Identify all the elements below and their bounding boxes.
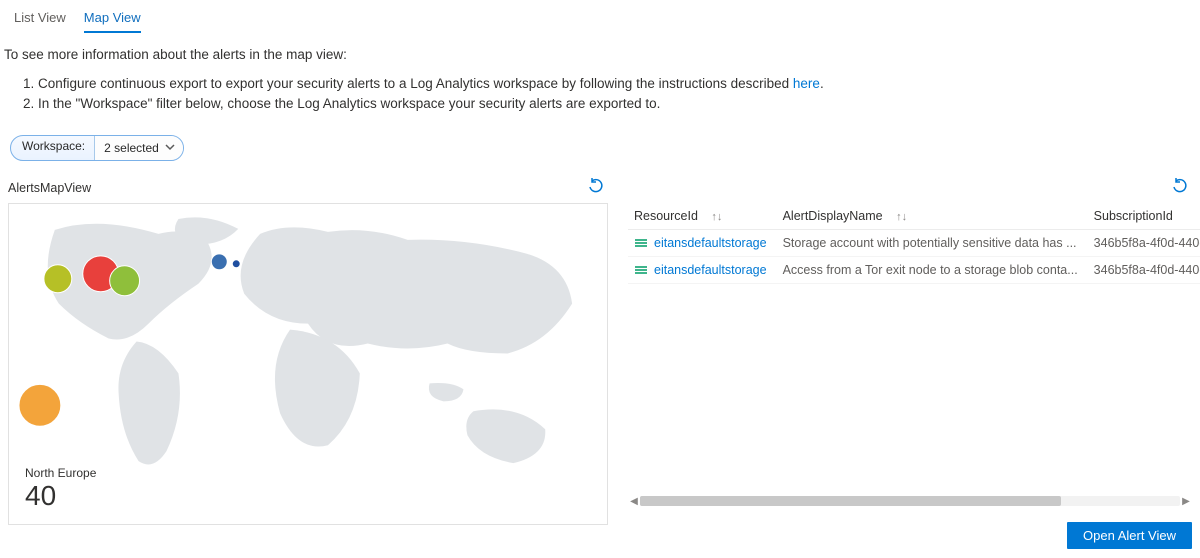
header-alertdisplayname-label: AlertDisplayName	[783, 209, 883, 223]
bubble-west-europe[interactable]	[232, 260, 240, 268]
instruction-steps: 1. Configure continuous export to export…	[0, 68, 1200, 121]
scroll-left-icon[interactable]: ◀	[628, 496, 640, 507]
workspace-filter[interactable]: Workspace: 2 selected	[10, 135, 184, 161]
alert-display-name: Access from a Tor exit node to a storage…	[777, 257, 1088, 284]
map-panel: AlertsMapView	[8, 177, 608, 525]
open-alert-view-button[interactable]: Open Alert View	[1067, 522, 1192, 549]
table-row[interactable]: eitansdefaultstorage Storage account wit…	[628, 230, 1200, 257]
storage-icon	[634, 236, 648, 250]
workspace-filter-value: 2 selected	[95, 136, 183, 160]
chevron-down-icon	[165, 141, 175, 155]
view-tabs: List View Map View	[0, 0, 1200, 33]
alerts-table: ResourceId ↑↓ AlertDisplayName ↑↓ Subscr…	[628, 203, 1200, 284]
map-svg	[9, 204, 607, 525]
step-1-text-a: 1. Configure continuous export to export…	[23, 76, 793, 91]
bubble-west-us[interactable]	[44, 265, 72, 293]
table-row[interactable]: eitansdefaultstorage Access from a Tor e…	[628, 257, 1200, 284]
undo-button[interactable]	[584, 178, 608, 199]
header-resourceid-label: ResourceId	[634, 209, 698, 223]
scroll-thumb[interactable]	[640, 496, 1061, 506]
step-1-text-b: .	[820, 76, 824, 91]
sort-icon[interactable]: ↑↓	[896, 211, 907, 223]
table-header-row: ResourceId ↑↓ AlertDisplayName ↑↓ Subscr…	[628, 203, 1200, 230]
scroll-track[interactable]	[640, 496, 1180, 506]
world-map[interactable]: North Europe 40	[8, 203, 608, 525]
tab-map-view[interactable]: Map View	[84, 8, 141, 33]
header-subscriptionid[interactable]: SubscriptionId	[1088, 203, 1200, 230]
subscription-id: 346b5f8a-4f0d-440e-8a45-0c0b5	[1088, 230, 1200, 257]
region-count: 40	[25, 480, 96, 512]
subscription-id: 346b5f8a-4f0d-440e-8a45-0c0b5	[1088, 257, 1200, 284]
resource-link[interactable]: eitansdefaultstorage	[654, 263, 767, 277]
workspace-filter-label: Workspace:	[11, 136, 95, 160]
map-region-summary: North Europe 40	[25, 466, 96, 512]
sort-icon[interactable]: ↑↓	[711, 211, 722, 223]
table-undo-button[interactable]	[1168, 178, 1192, 199]
alerts-table-panel: ResourceId ↑↓ AlertDisplayName ↑↓ Subscr…	[628, 177, 1192, 549]
tab-list-view[interactable]: List View	[14, 8, 66, 33]
storage-icon	[634, 263, 648, 277]
bubble-east-us[interactable]	[110, 266, 140, 296]
bubble-highlight[interactable]	[19, 385, 61, 427]
alert-display-name: Storage account with potentially sensiti…	[777, 230, 1088, 257]
region-name: North Europe	[25, 466, 96, 480]
filter-row: Workspace: 2 selected	[0, 121, 1200, 167]
resource-link[interactable]: eitansdefaultstorage	[654, 236, 767, 250]
instructions-link[interactable]: here	[793, 76, 820, 91]
horizontal-scrollbar[interactable]: ◀ ▶	[628, 494, 1192, 508]
scroll-right-icon[interactable]: ▶	[1180, 496, 1192, 507]
header-subscriptionid-label: SubscriptionId	[1094, 209, 1173, 223]
step-1: 1. Configure continuous export to export…	[23, 74, 1196, 94]
header-alertdisplayname[interactable]: AlertDisplayName ↑↓	[777, 203, 1088, 230]
intro-text: To see more information about the alerts…	[0, 33, 1200, 68]
map-panel-title: AlertsMapView	[8, 181, 91, 195]
bubble-north-europe[interactable]	[211, 254, 227, 270]
header-resourceid[interactable]: ResourceId ↑↓	[628, 203, 777, 230]
workspace-filter-value-text: 2 selected	[104, 141, 159, 155]
step-2: 2. In the "Workspace" filter below, choo…	[23, 94, 1196, 114]
